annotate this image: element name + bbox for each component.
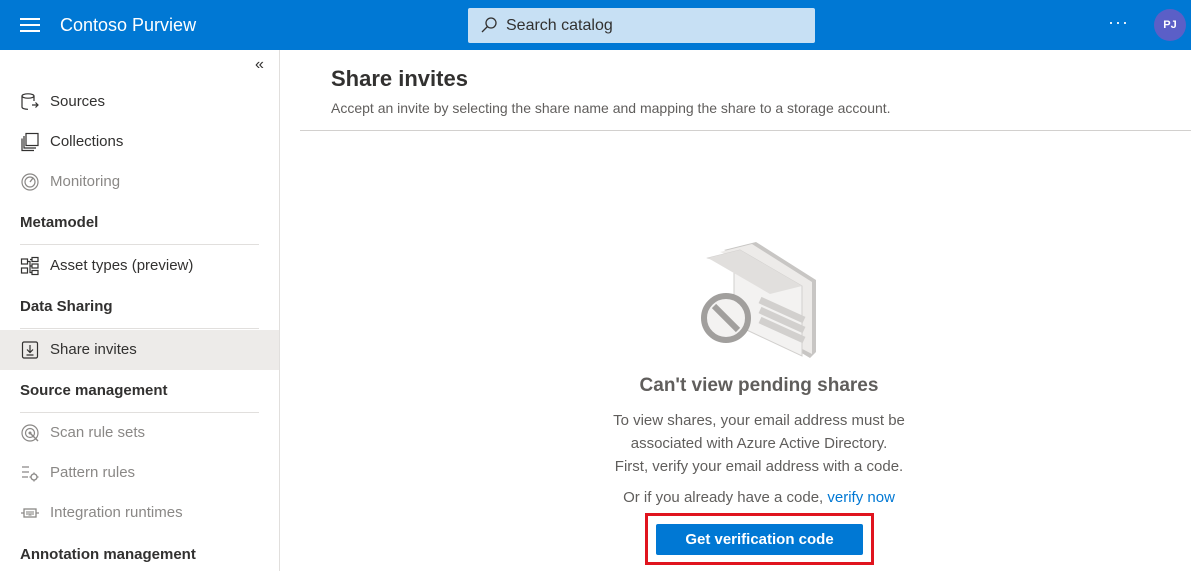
- section-data-sharing: Data Sharing: [20, 298, 113, 315]
- empty-state-text: associated with Azure Active Directory.: [630, 435, 888, 452]
- sidebar-item-integration-runtimes[interactable]: Integration runtimes: [0, 493, 279, 533]
- divider: [20, 244, 259, 245]
- sidebar-item-label: Collections: [50, 133, 124, 150]
- sidebar-item-pattern-rules[interactable]: Pattern rules: [0, 453, 279, 493]
- section-source-management: Source management: [20, 382, 168, 399]
- avatar[interactable]: PJ: [1154, 9, 1186, 41]
- page-subtitle: Accept an invite by selecting the share …: [331, 100, 891, 116]
- sidebar-item-scan-rule-sets[interactable]: Scan rule sets: [0, 413, 279, 453]
- no-access-illustration: [701, 242, 816, 358]
- scan-rule-sets-icon: [21, 424, 39, 442]
- asset-types-icon: [20, 256, 39, 276]
- sidebar-item-label: Monitoring: [50, 173, 121, 190]
- integration-runtimes-icon: [21, 508, 39, 518]
- sidebar: « Sources Collections Monitoring Metamod…: [0, 50, 280, 571]
- sidebar-item-monitoring[interactable]: Monitoring: [0, 162, 279, 202]
- search-input[interactable]: Search catalog: [468, 8, 815, 43]
- verify-prompt: Or if you already have a code, verify no…: [559, 489, 959, 506]
- divider: [300, 130, 1191, 131]
- search-icon: [481, 17, 497, 33]
- verify-now-link[interactable]: verify now: [827, 489, 895, 506]
- verify-prompt-text: Or if you already have a code,: [623, 489, 828, 506]
- app-title[interactable]: Contoso Purview: [60, 15, 196, 36]
- search-placeholder: Search catalog: [506, 17, 613, 34]
- sidebar-item-collections[interactable]: Collections: [0, 122, 279, 162]
- more-options-icon[interactable]: ···: [1108, 12, 1129, 33]
- pattern-rules-icon: [22, 466, 39, 482]
- hamburger-menu-icon[interactable]: [20, 17, 40, 33]
- sidebar-item-sources[interactable]: Sources: [0, 82, 279, 122]
- top-bar: Contoso Purview Search catalog ··· PJ: [0, 0, 1191, 50]
- collections-icon: [21, 132, 39, 152]
- sidebar-item-label: Scan rule sets: [50, 424, 146, 441]
- sidebar-item-label: Pattern rules: [50, 464, 136, 481]
- section-annotation-management: Annotation management: [20, 546, 196, 563]
- sidebar-item-label: Sources: [50, 93, 106, 110]
- sidebar-item-label: Share invites: [50, 341, 137, 358]
- empty-state-text: First, verify your email address with a …: [614, 458, 904, 475]
- sidebar-item-asset-types[interactable]: Asset types (preview): [0, 246, 279, 286]
- get-verification-code-button[interactable]: Get verification code: [656, 524, 863, 555]
- divider: [20, 328, 259, 329]
- sidebar-item-label: Asset types (preview): [50, 257, 194, 274]
- share-invites-icon: [21, 341, 39, 359]
- sidebar-item-label: Integration runtimes: [50, 504, 183, 521]
- page-title: Share invites: [331, 66, 468, 91]
- monitoring-icon: [21, 173, 39, 191]
- sources-icon: [21, 93, 39, 110]
- empty-state-text: To view shares, your email address must …: [613, 412, 905, 429]
- sidebar-item-share-invites[interactable]: Share invites: [0, 330, 279, 370]
- section-metamodel: Metamodel: [20, 214, 99, 231]
- empty-state-title: Can't view pending shares: [639, 375, 879, 396]
- collapse-sidebar-icon[interactable]: «: [255, 56, 264, 74]
